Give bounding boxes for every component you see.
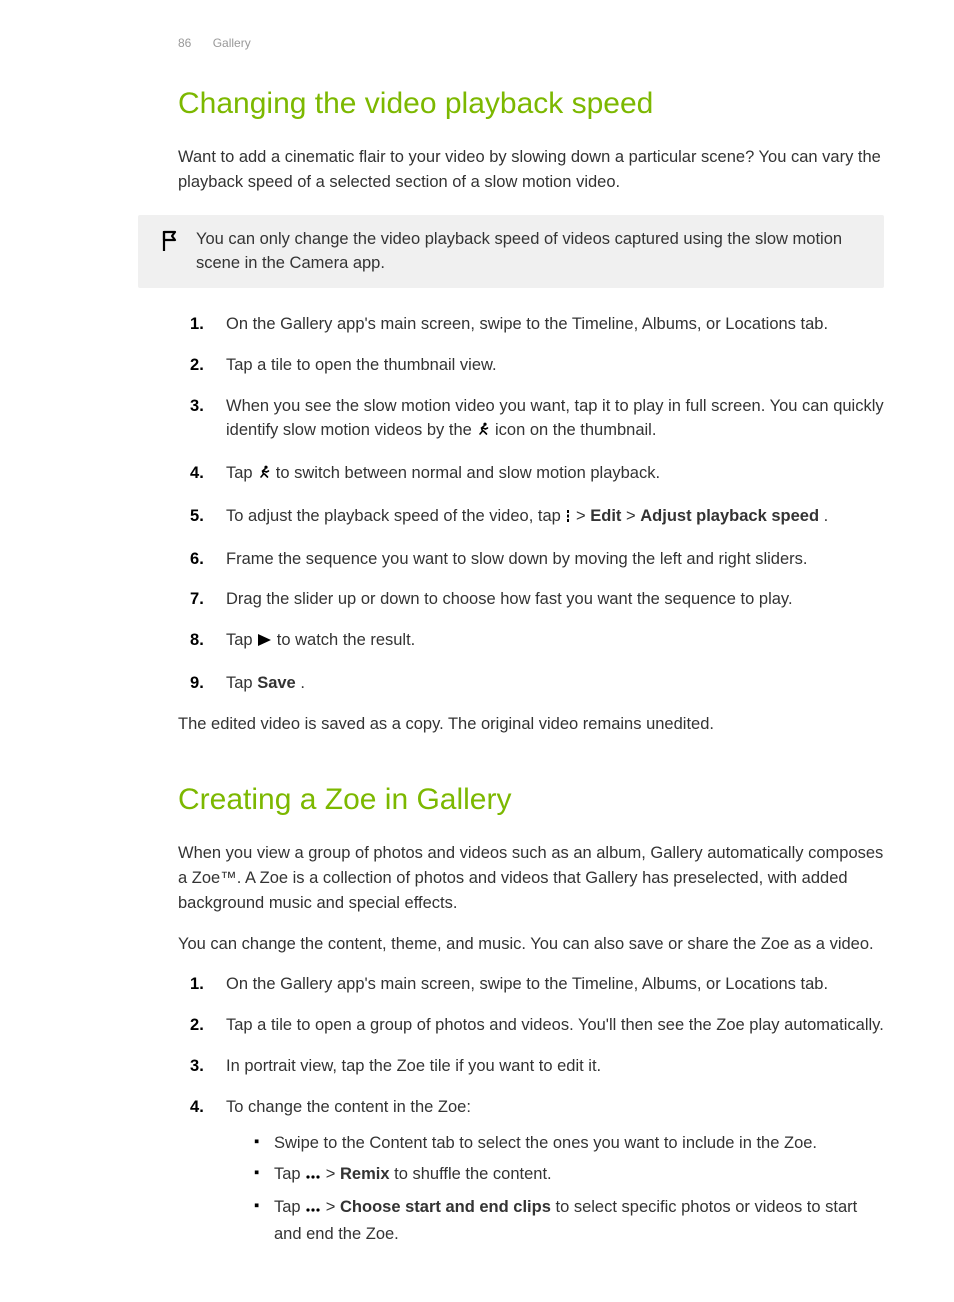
label-save: Save	[257, 674, 296, 692]
label-adjust-speed: Adjust playback speed	[640, 507, 819, 525]
step-item: To change the content in the Zoe: Swipe …	[178, 1095, 884, 1247]
heading-zoe: Creating a Zoe in Gallery	[178, 780, 884, 819]
heading-video-speed: Changing the video playback speed	[178, 84, 884, 123]
step-item: Tap Save .	[178, 671, 884, 696]
label-edit: Edit	[590, 507, 621, 525]
step-item: In portrait view, tap the Zoe tile if yo…	[178, 1054, 884, 1079]
zoe-para1: When you view a group of photos and vide…	[178, 841, 884, 915]
step-item: Tap to switch between normal and slow mo…	[178, 461, 884, 488]
page-number: 86	[178, 36, 191, 50]
intro-paragraph: Want to add a cinematic flair to your vi…	[178, 145, 884, 195]
zoe-para2: You can change the content, theme, and m…	[178, 932, 884, 957]
step-item: Drag the slider up or down to choose how…	[178, 587, 884, 612]
running-person-icon	[257, 463, 271, 488]
outro-paragraph: The edited video is saved as a copy. The…	[178, 712, 884, 737]
note-box: You can only change the video playback s…	[138, 215, 884, 289]
label-choose-clips: Choose start and end clips	[340, 1198, 551, 1216]
sub-item: Tap > Choose start and end clips to sele…	[248, 1195, 884, 1247]
document-page: 86 Gallery Changing the video playback s…	[0, 0, 954, 1302]
step-item: Tap to watch the result.	[178, 628, 884, 655]
note-text: You can only change the video playback s…	[196, 227, 860, 277]
play-icon	[257, 630, 272, 655]
step-item: On the Gallery app's main screen, swipe …	[178, 972, 884, 997]
page-content: Changing the video playback speed Want t…	[178, 84, 884, 1246]
sub-bullets: Swipe to the Content tab to select the o…	[248, 1131, 884, 1246]
step-item: Frame the sequence you want to slow down…	[178, 547, 884, 572]
step-item: When you see the slow motion video you w…	[178, 394, 884, 446]
more-horizontal-icon	[305, 1197, 321, 1222]
sub-item: Tap > Remix to shuffle the content.	[248, 1162, 884, 1189]
more-vertical-icon	[565, 506, 571, 531]
step-item: On the Gallery app's main screen, swipe …	[178, 312, 884, 337]
step-item: Tap a tile to open the thumbnail view.	[178, 353, 884, 378]
step-item: Tap a tile to open a group of photos and…	[178, 1013, 884, 1038]
running-person-icon	[476, 420, 490, 445]
steps-list-section1: On the Gallery app's main screen, swipe …	[178, 312, 884, 696]
sub-item: Swipe to the Content tab to select the o…	[248, 1131, 884, 1156]
step-item: To adjust the playback speed of the vide…	[178, 504, 884, 531]
page-header: 86 Gallery	[178, 36, 894, 50]
flag-icon	[160, 229, 182, 258]
section-name: Gallery	[213, 36, 251, 50]
more-horizontal-icon	[305, 1164, 321, 1189]
steps-list-section2: On the Gallery app's main screen, swipe …	[178, 972, 884, 1246]
label-remix: Remix	[340, 1165, 390, 1183]
